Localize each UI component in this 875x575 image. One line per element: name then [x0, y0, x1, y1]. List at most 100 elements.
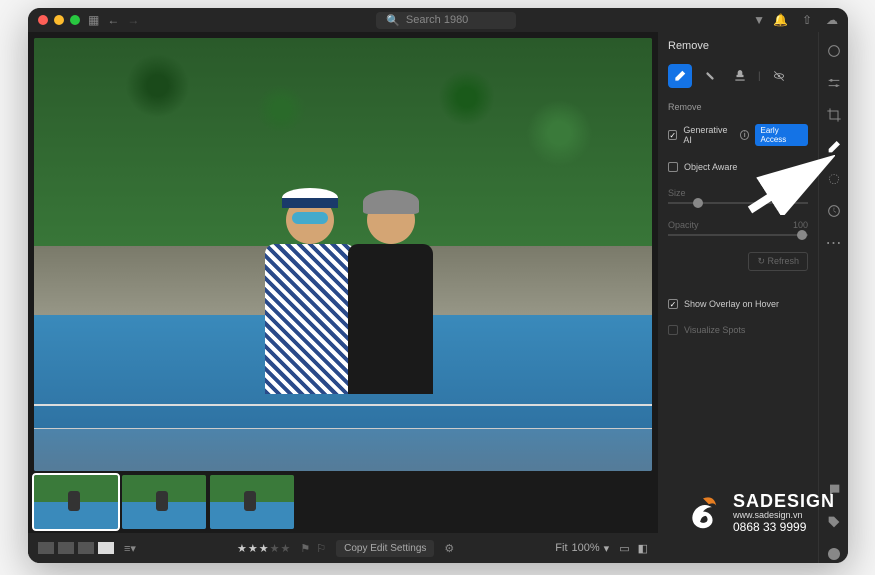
keywords-rail-button[interactable]: [825, 513, 843, 531]
info-rail-button[interactable]: [825, 545, 843, 563]
star-icon[interactable]: ★: [237, 542, 247, 555]
size-slider[interactable]: [668, 202, 808, 204]
generative-ai-label: Generative AI: [683, 125, 734, 145]
opacity-label: Opacity: [668, 220, 699, 230]
flag-pick-icon[interactable]: ⚑: [300, 542, 310, 555]
fit-label: Fit: [555, 542, 567, 554]
titlebar: ▦ ← → 🔍 Search 1980 ▼ 🔔 ⇧ ☁: [28, 8, 848, 32]
palette-icon: [826, 43, 842, 59]
opacity-slider-row: Opacity 100: [668, 220, 808, 236]
tag-icon: [826, 514, 842, 530]
presets-rail-button[interactable]: [825, 202, 843, 220]
stamp-icon: [733, 69, 747, 83]
grid-view-icon[interactable]: ▦: [88, 13, 99, 27]
opacity-slider[interactable]: [668, 234, 808, 236]
mode-subhead: Remove: [668, 102, 808, 112]
clone-tool-button[interactable]: [728, 64, 752, 88]
remove-panel: Remove | Remove Generative AI: [658, 32, 818, 563]
adjust-rail-button[interactable]: [825, 74, 843, 92]
sliders-icon: [826, 75, 842, 91]
clock-icon: [826, 203, 842, 219]
view-mode-switcher: [38, 542, 114, 554]
before-after-icon[interactable]: ◧: [638, 542, 648, 555]
thumbnail[interactable]: [210, 475, 294, 529]
crop-icon: [826, 107, 842, 123]
eraser-icon: [673, 69, 687, 83]
zoom-value: 100%: [572, 542, 600, 554]
masking-rail-button[interactable]: [825, 170, 843, 188]
object-aware-checkbox[interactable]: [668, 162, 678, 172]
window-controls: [38, 15, 80, 25]
healing-rail-button[interactable]: [825, 138, 843, 156]
opacity-value: 100: [793, 220, 808, 230]
visualize-spots-checkbox[interactable]: [668, 325, 678, 335]
eye-icon: [772, 69, 786, 83]
object-aware-row: Object Aware: [668, 162, 808, 172]
redeye-tool-button[interactable]: [767, 64, 791, 88]
back-arrow-icon[interactable]: ←: [107, 13, 119, 27]
object-aware-label: Object Aware: [684, 162, 737, 172]
search-input[interactable]: 🔍 Search 1980: [376, 12, 516, 29]
forward-arrow-icon[interactable]: →: [127, 13, 139, 27]
show-overlay-label: Show Overlay on Hover: [684, 299, 779, 309]
more-rail-button[interactable]: ⋯: [825, 234, 843, 252]
star-icon[interactable]: ★: [248, 542, 258, 555]
search-placeholder: Search 1980: [406, 14, 468, 26]
edit-rail-button[interactable]: [825, 42, 843, 60]
show-overlay-checkbox[interactable]: [668, 299, 678, 309]
size-slider-row: Size: [668, 188, 808, 204]
flag-reject-icon[interactable]: ⚐: [316, 542, 326, 555]
show-overlay-row: Show Overlay on Hover: [668, 299, 808, 309]
ellipsis-icon: ⋯: [826, 233, 842, 253]
panel-title: Remove: [668, 40, 808, 52]
view-mode-grid2-button[interactable]: [58, 542, 74, 554]
early-access-badge: Early Access: [755, 124, 808, 146]
visualize-spots-row: Visualize Spots: [668, 325, 808, 335]
minimize-window-button[interactable]: [54, 15, 64, 25]
photo-subject-2: [331, 196, 451, 436]
generative-ai-row: Generative AI i Early Access: [668, 124, 808, 146]
visualize-spots-label: Visualize Spots: [684, 325, 745, 335]
star-icon[interactable]: ★: [259, 542, 269, 555]
maximize-window-button[interactable]: [70, 15, 80, 25]
zoom-control[interactable]: Fit 100% ▾: [555, 542, 609, 555]
sort-menu-icon[interactable]: ≡▾: [124, 542, 136, 555]
gear-icon[interactable]: ⚙: [444, 542, 454, 555]
heal-tool-button[interactable]: [698, 64, 722, 88]
thumbnail[interactable]: [34, 475, 118, 529]
star-icon[interactable]: ★: [270, 542, 280, 555]
cloud-icon[interactable]: ☁: [826, 13, 838, 27]
view-mode-compare-button[interactable]: [78, 542, 94, 554]
mask-icon: [826, 171, 842, 187]
bell-icon[interactable]: 🔔: [773, 13, 788, 27]
photo-canvas[interactable]: [34, 38, 652, 471]
comments-rail-button[interactable]: [825, 481, 843, 499]
close-window-button[interactable]: [38, 15, 48, 25]
histogram-icon[interactable]: ▭: [619, 542, 629, 555]
comment-icon: [826, 482, 842, 498]
view-mode-grid-button[interactable]: [38, 542, 54, 554]
crop-rail-button[interactable]: [825, 106, 843, 124]
thumbnail[interactable]: [122, 475, 206, 529]
generative-ai-checkbox[interactable]: [668, 130, 677, 140]
main-area: ≡▾ ★ ★ ★ ★ ★ ⚑ ⚐ Copy Edit Settings ⚙: [28, 32, 848, 563]
bandage-icon: [703, 69, 717, 83]
info-icon[interactable]: i: [740, 130, 749, 140]
chevron-down-icon: ▾: [604, 542, 610, 555]
star-icon[interactable]: ★: [280, 542, 290, 555]
app-window: ▦ ← → 🔍 Search 1980 ▼ 🔔 ⇧ ☁: [28, 8, 848, 563]
filter-icon[interactable]: ▼: [753, 13, 765, 27]
flag-controls: ⚑ ⚐: [300, 542, 326, 555]
copy-edit-settings-button[interactable]: Copy Edit Settings: [336, 540, 434, 557]
view-mode-single-button[interactable]: [98, 542, 114, 554]
star-rating[interactable]: ★ ★ ★ ★ ★: [237, 542, 290, 555]
share-icon[interactable]: ⇧: [802, 13, 812, 27]
heal-tool-row: |: [668, 64, 808, 88]
canvas-area: ≡▾ ★ ★ ★ ★ ★ ⚑ ⚐ Copy Edit Settings ⚙: [28, 32, 658, 563]
search-icon: 🔍: [386, 14, 400, 27]
bottom-toolbar: ≡▾ ★ ★ ★ ★ ★ ⚑ ⚐ Copy Edit Settings ⚙: [28, 533, 658, 563]
info-icon: [826, 546, 842, 562]
tool-rail: ⋯: [818, 32, 848, 563]
eraser-tool-button[interactable]: [668, 64, 692, 88]
refresh-button[interactable]: ↻ Refresh: [748, 252, 808, 271]
